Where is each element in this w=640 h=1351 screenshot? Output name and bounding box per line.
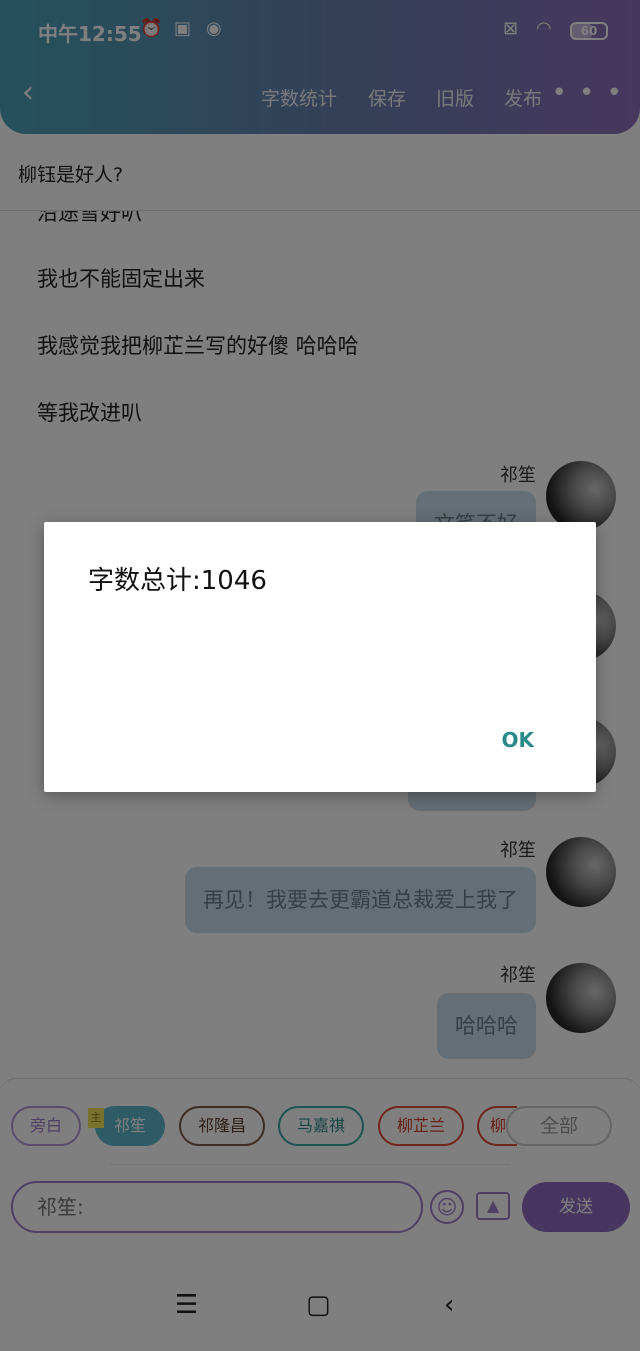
word-count-dialog: 字数总计:1046 OK — [44, 522, 596, 792]
ok-button[interactable]: OK — [502, 728, 535, 752]
dialog-message: 字数总计:1046 — [88, 566, 267, 596]
